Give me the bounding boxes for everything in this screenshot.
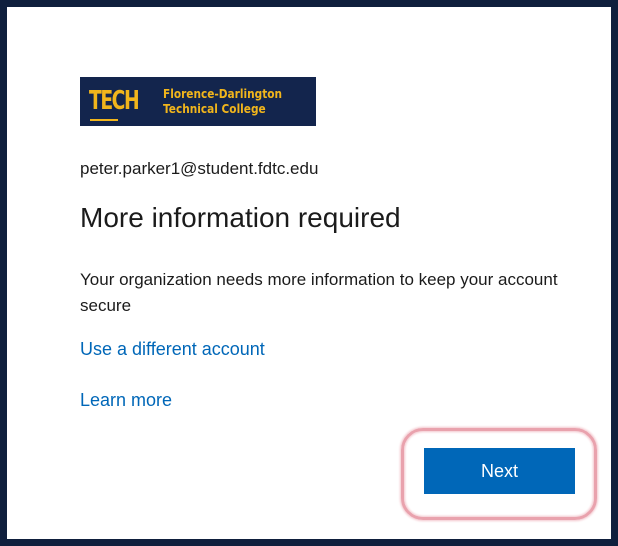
logo-line-1: Florence-Darlington <box>163 86 283 101</box>
organization-logo: TECH Florence-Darlington Technical Colle… <box>80 77 316 126</box>
next-button[interactable]: Next <box>424 448 575 494</box>
logo-line-2: Technical College <box>163 101 266 116</box>
page-description: Your organization needs more information… <box>80 270 558 315</box>
account-email: peter.parker1@student.fdtc.edu <box>80 159 319 178</box>
logo-text: Florence-Darlington Technical College <box>163 87 282 117</box>
logo-mark: TECH <box>89 85 140 116</box>
logo-underline <box>90 119 118 121</box>
page-title: More information required <box>80 202 401 233</box>
sign-in-dialog: TECH Florence-Darlington Technical Colle… <box>0 0 618 546</box>
learn-more-link[interactable]: Learn more <box>80 390 172 411</box>
use-different-account-link[interactable]: Use a different account <box>80 339 265 360</box>
